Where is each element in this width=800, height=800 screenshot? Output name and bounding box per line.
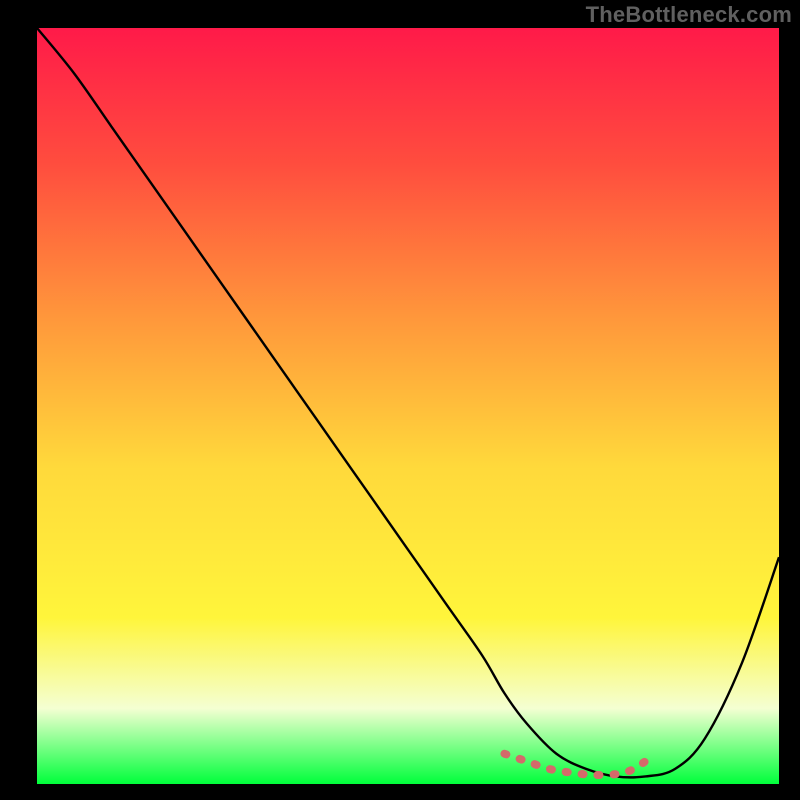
watermark-text: TheBottleneck.com [586, 2, 792, 28]
plot-background [37, 28, 779, 784]
bottleneck-chart [0, 0, 800, 800]
chart-stage: TheBottleneck.com [0, 0, 800, 800]
